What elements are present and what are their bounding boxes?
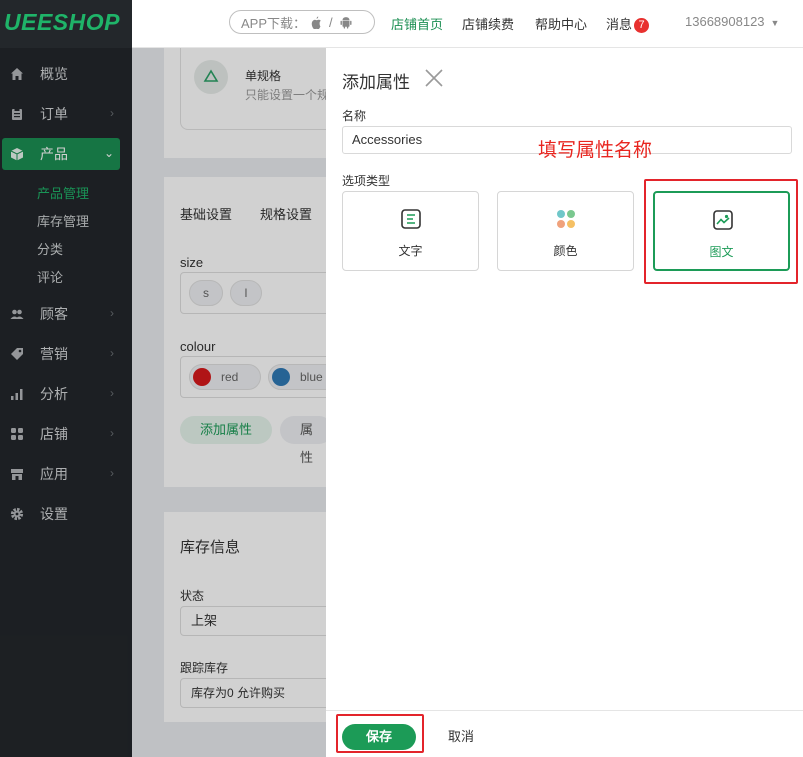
slash-separator: / [329, 14, 333, 30]
close-icon[interactable] [424, 68, 444, 88]
topbar: APP下载： / 店铺首页 店铺续费 帮助中心 消息 7 13668908123 ▼ [132, 0, 803, 48]
topnav-messages[interactable]: 消息 7 [606, 14, 650, 33]
option-label: 颜色 [553, 244, 578, 258]
option-type-color[interactable]: 颜色 [497, 191, 634, 271]
message-count-badge: 7 [634, 18, 650, 33]
option-type-label: 选项类型 [342, 174, 391, 188]
app-download-label: APP下载： [241, 15, 307, 31]
annotation-save-box [336, 714, 424, 753]
messages-label: 消息 [606, 17, 633, 32]
text-icon [401, 209, 421, 229]
app-download-pill[interactable]: APP下载： / [229, 10, 375, 34]
annotation-hint: 填写属性名称 [538, 140, 653, 161]
annotation-highlight-box [644, 179, 798, 284]
apple-icon[interactable] [310, 16, 322, 29]
topnav-renew[interactable]: 店铺续费 [462, 14, 514, 33]
android-icon[interactable] [340, 16, 352, 29]
palette-icon [557, 210, 575, 228]
name-label: 名称 [342, 109, 367, 123]
drawer-title: 添加属性 [342, 73, 410, 92]
option-label: 文字 [398, 244, 423, 258]
topnav-shop-home[interactable]: 店铺首页 [391, 14, 443, 33]
user-phone: 13668908123 [685, 14, 765, 29]
drawer-footer: 保存 取消 [326, 710, 803, 757]
caret-down-icon: ▼ [770, 18, 780, 28]
user-account-menu[interactable]: 13668908123 ▼ [685, 14, 779, 29]
cancel-button[interactable]: 取消 [426, 724, 496, 750]
option-type-text[interactable]: 文字 [342, 191, 479, 271]
brand-logo[interactable]: UEESHOP [0, 0, 132, 48]
add-attribute-drawer: 添加属性 名称 Accessories 填写属性名称 选项类型 文字 颜色 图文… [326, 48, 803, 757]
topnav-help[interactable]: 帮助中心 [535, 14, 587, 33]
